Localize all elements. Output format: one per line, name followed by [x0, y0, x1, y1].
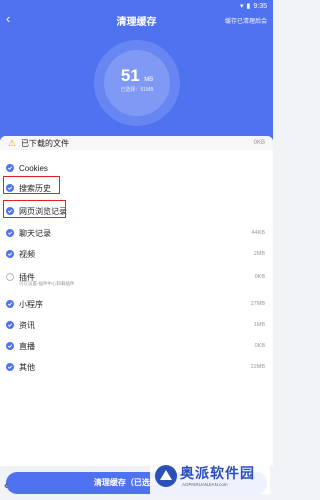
- watermark: 奥派软件园 AOPAIRUANJIAN.com: [150, 460, 270, 494]
- checkbox-checked-icon[interactable]: [6, 300, 14, 308]
- status-icons: ▾ ▮ 9:35: [240, 2, 267, 11]
- header-right-link[interactable]: 缓存已清理后会: [225, 16, 267, 25]
- highlight-box-browsing-history: [3, 200, 66, 218]
- checkbox-checked-icon[interactable]: [6, 229, 14, 237]
- highlight-box-search-history: [3, 176, 60, 194]
- wifi-icon: ▾: [240, 3, 244, 10]
- downloaded-files-size: 0KB: [253, 140, 265, 146]
- watermark-name: 奥派软件园: [180, 465, 255, 481]
- checkbox-checked-icon[interactable]: [6, 342, 14, 350]
- cache-item-label: 直播: [19, 341, 35, 351]
- checkbox-checked-icon[interactable]: [6, 250, 14, 258]
- cache-item-size: 44KB: [251, 230, 265, 236]
- cache-item-row[interactable]: 视频 2MB: [0, 244, 273, 264]
- warning-icon: ⚠: [8, 137, 17, 148]
- cache-item-size: 0KB: [254, 343, 265, 349]
- cache-item-row[interactable]: 资讯 1MB: [0, 315, 273, 335]
- cache-item-label: 小程序: [19, 299, 43, 309]
- cache-item-size: 2MB: [253, 251, 265, 257]
- cache-item-row[interactable]: 其他 22MB: [0, 357, 273, 377]
- cache-item-label: 资讯: [19, 320, 35, 330]
- cache-size-unit: MB: [144, 77, 154, 83]
- cache-item-row[interactable]: 聊天记录 44KB: [0, 223, 273, 243]
- checkbox-unchecked-icon[interactable]: [6, 273, 14, 281]
- cache-size: 51 MB: [104, 66, 170, 86]
- cache-item-row[interactable]: 小程序 27MB: [0, 294, 273, 314]
- cache-item-size: 1MB: [253, 322, 265, 328]
- cache-item-row[interactable]: 插件 可在设置-插件中心卸载插件 0KB: [0, 265, 273, 289]
- nav-back-icon[interactable]: ‹: [4, 480, 8, 492]
- cache-size-number: 51: [120, 66, 140, 85]
- downloaded-files-label: 已下载的文件: [21, 138, 69, 148]
- cache-item-label: 聊天记录: [19, 228, 51, 238]
- cache-item-sublabel: 可在设置-插件中心卸载插件: [19, 281, 75, 286]
- cache-item-row[interactable]: 直播 0KB: [0, 336, 273, 356]
- cache-item-row[interactable]: Cookies: [0, 158, 273, 178]
- checkbox-checked-icon[interactable]: [6, 363, 14, 371]
- cache-item-label: 其他: [19, 362, 35, 372]
- watermark-logo-icon: [155, 465, 177, 487]
- status-bar: ▾ ▮ 9:35: [0, 0, 273, 12]
- downloaded-files-row[interactable]: ⚠ 已下载的文件 0KB: [0, 136, 273, 150]
- checkbox-checked-icon[interactable]: [6, 321, 14, 329]
- battery-icon: ▮: [246, 3, 251, 10]
- cache-item-size: 0KB: [254, 274, 265, 280]
- checkbox-checked-icon[interactable]: [6, 164, 14, 172]
- cache-item-label: Cookies: [19, 163, 48, 173]
- cache-item-label: 视频: [19, 249, 35, 259]
- status-time: 9:35: [253, 2, 267, 10]
- cache-item-size: 22MB: [250, 364, 265, 370]
- cache-size-subtext: 已选择：51MB: [120, 87, 154, 93]
- cache-item-size: 27MB: [250, 301, 265, 307]
- watermark-url: AOPAIRUANJIAN.com: [182, 482, 228, 487]
